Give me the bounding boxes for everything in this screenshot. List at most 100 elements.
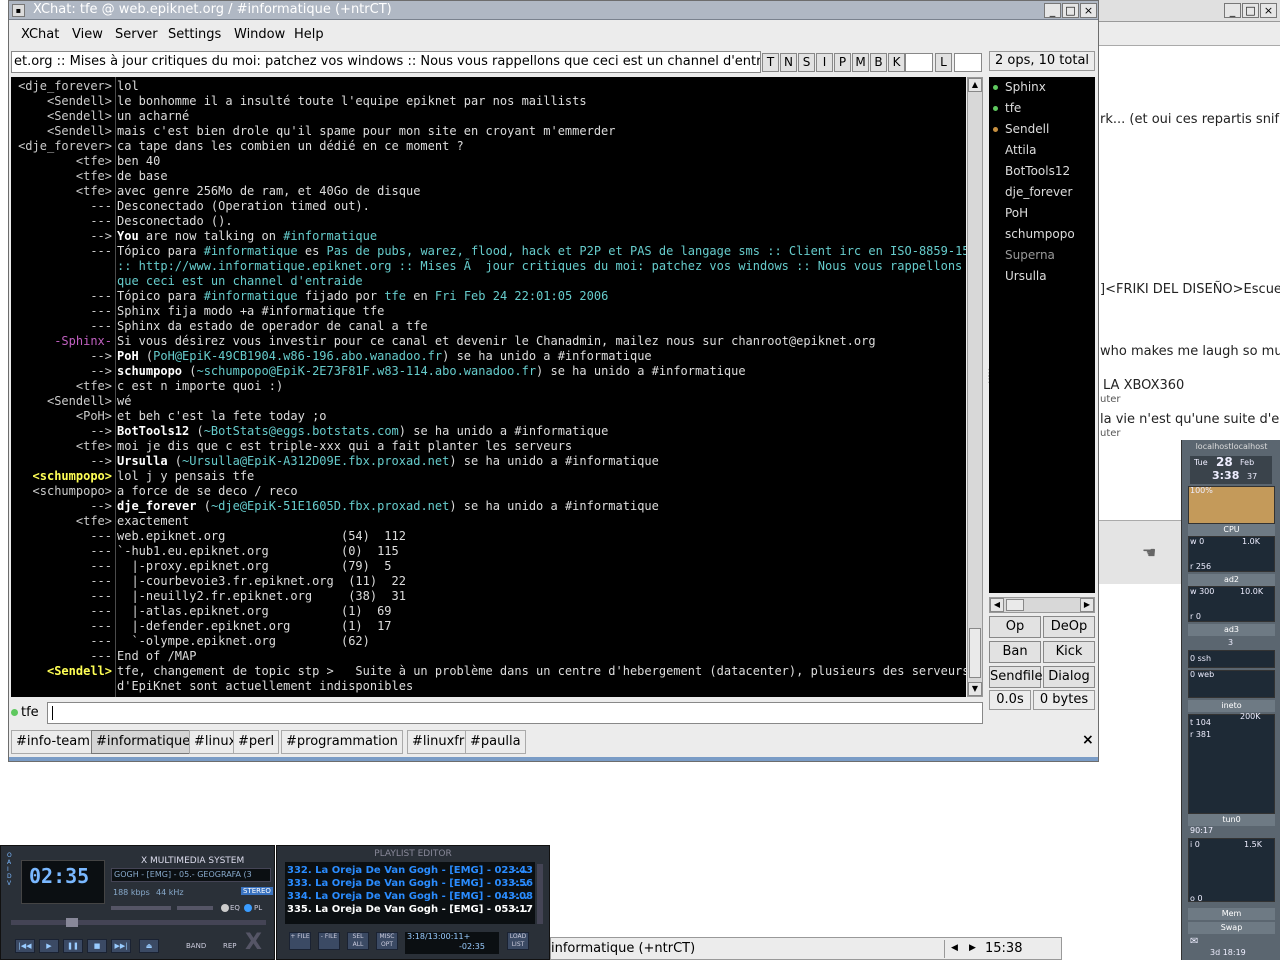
chat-nick[interactable]: --- — [11, 199, 112, 214]
close-tab-icon[interactable]: × — [1082, 732, 1094, 748]
volume-slider[interactable] — [111, 906, 171, 910]
minimize-icon[interactable]: _ — [1224, 3, 1241, 18]
chat-nick[interactable]: --- — [11, 289, 112, 304]
user-list-item[interactable]: tfe — [989, 98, 1095, 119]
chat-nick[interactable]: --- — [11, 544, 112, 559]
chat-nick[interactable]: --- — [11, 214, 112, 229]
chat-nick[interactable]: <PoH> — [11, 409, 112, 424]
chat-nick[interactable]: --- — [11, 319, 112, 334]
chat-nick[interactable]: --> — [11, 229, 112, 244]
user-list-item[interactable]: Attila — [989, 140, 1095, 161]
tab-paulla[interactable]: #paulla — [465, 730, 526, 754]
menu-server[interactable]: Server — [115, 27, 158, 42]
chat-fragment[interactable]: #informatique — [204, 289, 298, 303]
playlist-file-button[interactable]: + FILE — [289, 932, 311, 950]
sendfile-button[interactable]: Sendfile — [989, 666, 1043, 688]
user-list-item[interactable]: Sphinx — [989, 77, 1095, 98]
pause-icon[interactable]: ❚❚ — [63, 939, 83, 953]
mode-button-limit[interactable]: L — [935, 53, 952, 72]
chat-nick[interactable]: --- — [11, 634, 112, 649]
close-icon[interactable]: × — [1080, 3, 1097, 18]
menu-xchat[interactable]: XChat — [21, 27, 59, 42]
playlist-item[interactable]: 335. La Oreja De Van Gogh - [EMG] - 05.-… — [287, 904, 533, 917]
playlist-misc-opt-button[interactable]: MISC OPT — [376, 932, 398, 950]
maximize-icon[interactable]: □ — [1242, 3, 1259, 18]
chat-nick[interactable]: <tfe> — [11, 169, 112, 184]
previous-icon[interactable]: |◀◀ — [15, 939, 35, 953]
seek-thumb[interactable] — [66, 918, 78, 927]
song-title-display[interactable]: GOGH - [EMG] - 05.- GEOGRAFA (3 — [111, 868, 271, 882]
chat-nick[interactable]: <Sendell> — [11, 394, 112, 409]
chat-nick[interactable]: <tfe> — [11, 184, 112, 199]
chat-fragment[interactable]: :: http://www.informatique.epiknet.org :… — [117, 259, 962, 273]
chat-nick[interactable]: <schumpopo> — [11, 469, 112, 484]
playlist-item[interactable]: 334. La Oreja De Van Gogh - [EMG] - 04.-… — [287, 891, 533, 904]
chat-nick[interactable]: <tfe> — [11, 439, 112, 454]
taskbar-window-title[interactable]: informatique (+ntrCT) — [551, 941, 695, 956]
scroll-down-icon[interactable]: ▼ — [968, 682, 982, 696]
chat-nick[interactable]: --- — [11, 649, 112, 664]
chat-nick[interactable]: <tfe> — [11, 379, 112, 394]
mode-button-p[interactable]: P — [834, 53, 851, 72]
tab-informatique[interactable]: #informatique — [91, 730, 196, 754]
pl-toggle-icon[interactable] — [244, 904, 252, 912]
chat-text-area[interactable]: <dje_forever> lol <Sendell> le bonhomme il … — [11, 77, 966, 697]
playlist-scrollbar[interactable] — [537, 864, 543, 924]
mode-button-i[interactable]: I — [816, 53, 833, 72]
ban-button[interactable]: Ban — [989, 641, 1041, 663]
close-icon[interactable]: × — [1260, 3, 1277, 18]
menu-help[interactable]: Help — [294, 27, 324, 42]
chat-nick[interactable]: --> — [11, 349, 112, 364]
chat-nick[interactable]: <Sendell> — [11, 664, 112, 679]
chat-nick[interactable]: --- — [11, 529, 112, 544]
chat-fragment[interactable]: #informatique — [204, 244, 298, 258]
balance-slider[interactable] — [177, 906, 213, 910]
mode-button-s[interactable]: S — [798, 53, 815, 72]
chat-nick[interactable]: --- — [11, 589, 112, 604]
chat-nick[interactable]: --- — [11, 304, 112, 319]
chat-nick[interactable]: --- — [11, 559, 112, 574]
mode-button-b[interactable]: B — [870, 53, 887, 72]
window-menu-icon[interactable]: ▪ — [12, 4, 25, 17]
chat-nick[interactable]: --> — [11, 364, 112, 379]
seek-bar[interactable] — [11, 918, 266, 927]
chat-fragment[interactable]: tfe — [384, 289, 406, 303]
play-icon[interactable]: ▶ — [39, 939, 59, 953]
chat-fragment[interactable]: que ceci est un channel d'entraide — [117, 274, 363, 288]
user-list-item[interactable]: Superna — [989, 245, 1095, 266]
chat-nick[interactable]: --- — [11, 604, 112, 619]
chat-scrollbar[interactable]: ▲ ▼ — [967, 77, 983, 697]
chat-nick[interactable]: --> — [11, 499, 112, 514]
user-list[interactable]: Sphinx tfe Sendell Attila BotTools12 dje_fore… — [989, 77, 1095, 593]
chat-fragment[interactable]: ~Ursulla@EpiK-A312D09E.fbx.proxad.net — [182, 454, 449, 468]
load-list-button[interactable]: LOAD LIST — [507, 932, 529, 950]
playlist-item[interactable]: 333. La Oreja De Van Gogh - [EMG] - 03.-… — [287, 878, 533, 891]
topic-input[interactable]: et.org :: Mises à jour critiques du moi:… — [11, 51, 761, 73]
dialog-button[interactable]: Dialog — [1043, 666, 1095, 688]
scroll-thumb[interactable] — [969, 628, 981, 678]
chat-nick[interactable]: <schumpopo> — [11, 484, 112, 499]
chat-nick[interactable]: <tfe> — [11, 154, 112, 169]
user-list-item[interactable]: Sendell — [989, 119, 1095, 140]
op-button[interactable]: Op — [989, 616, 1041, 638]
user-list-item[interactable]: BotTools12 — [989, 161, 1095, 182]
mail-icon[interactable]: ✉ — [1190, 936, 1198, 947]
maximize-icon[interactable]: □ — [1062, 3, 1079, 18]
stop-icon[interactable]: ■ — [87, 939, 107, 953]
limit-field[interactable] — [954, 53, 982, 72]
user-list-hscrollbar[interactable]: ◀ ▶ — [989, 597, 1095, 613]
tab-info-team[interactable]: #info-team — [11, 730, 95, 754]
next-icon[interactable]: ▶▶| — [111, 939, 131, 953]
menu-settings[interactable]: Settings — [168, 27, 221, 42]
scroll-left-icon[interactable]: ◀ — [990, 598, 1004, 612]
eject-icon[interactable]: ⏏ — [139, 939, 159, 953]
playlist-item[interactable]: 332. La Oreja De Van Gogh - [EMG] - 02.-… — [287, 865, 533, 878]
kick-button[interactable]: Kick — [1043, 641, 1095, 663]
nick-button[interactable]: tfe — [21, 705, 39, 720]
playlist-list[interactable]: 332. La Oreja De Van Gogh - [EMG] - 02.-… — [285, 862, 535, 924]
scroll-thumb[interactable] — [1006, 599, 1024, 611]
chat-nick[interactable]: --- — [11, 619, 112, 634]
chat-nick[interactable]: --> — [11, 454, 112, 469]
repeat-button[interactable]: REP — [223, 942, 237, 950]
band-button[interactable]: BAND — [186, 942, 206, 950]
